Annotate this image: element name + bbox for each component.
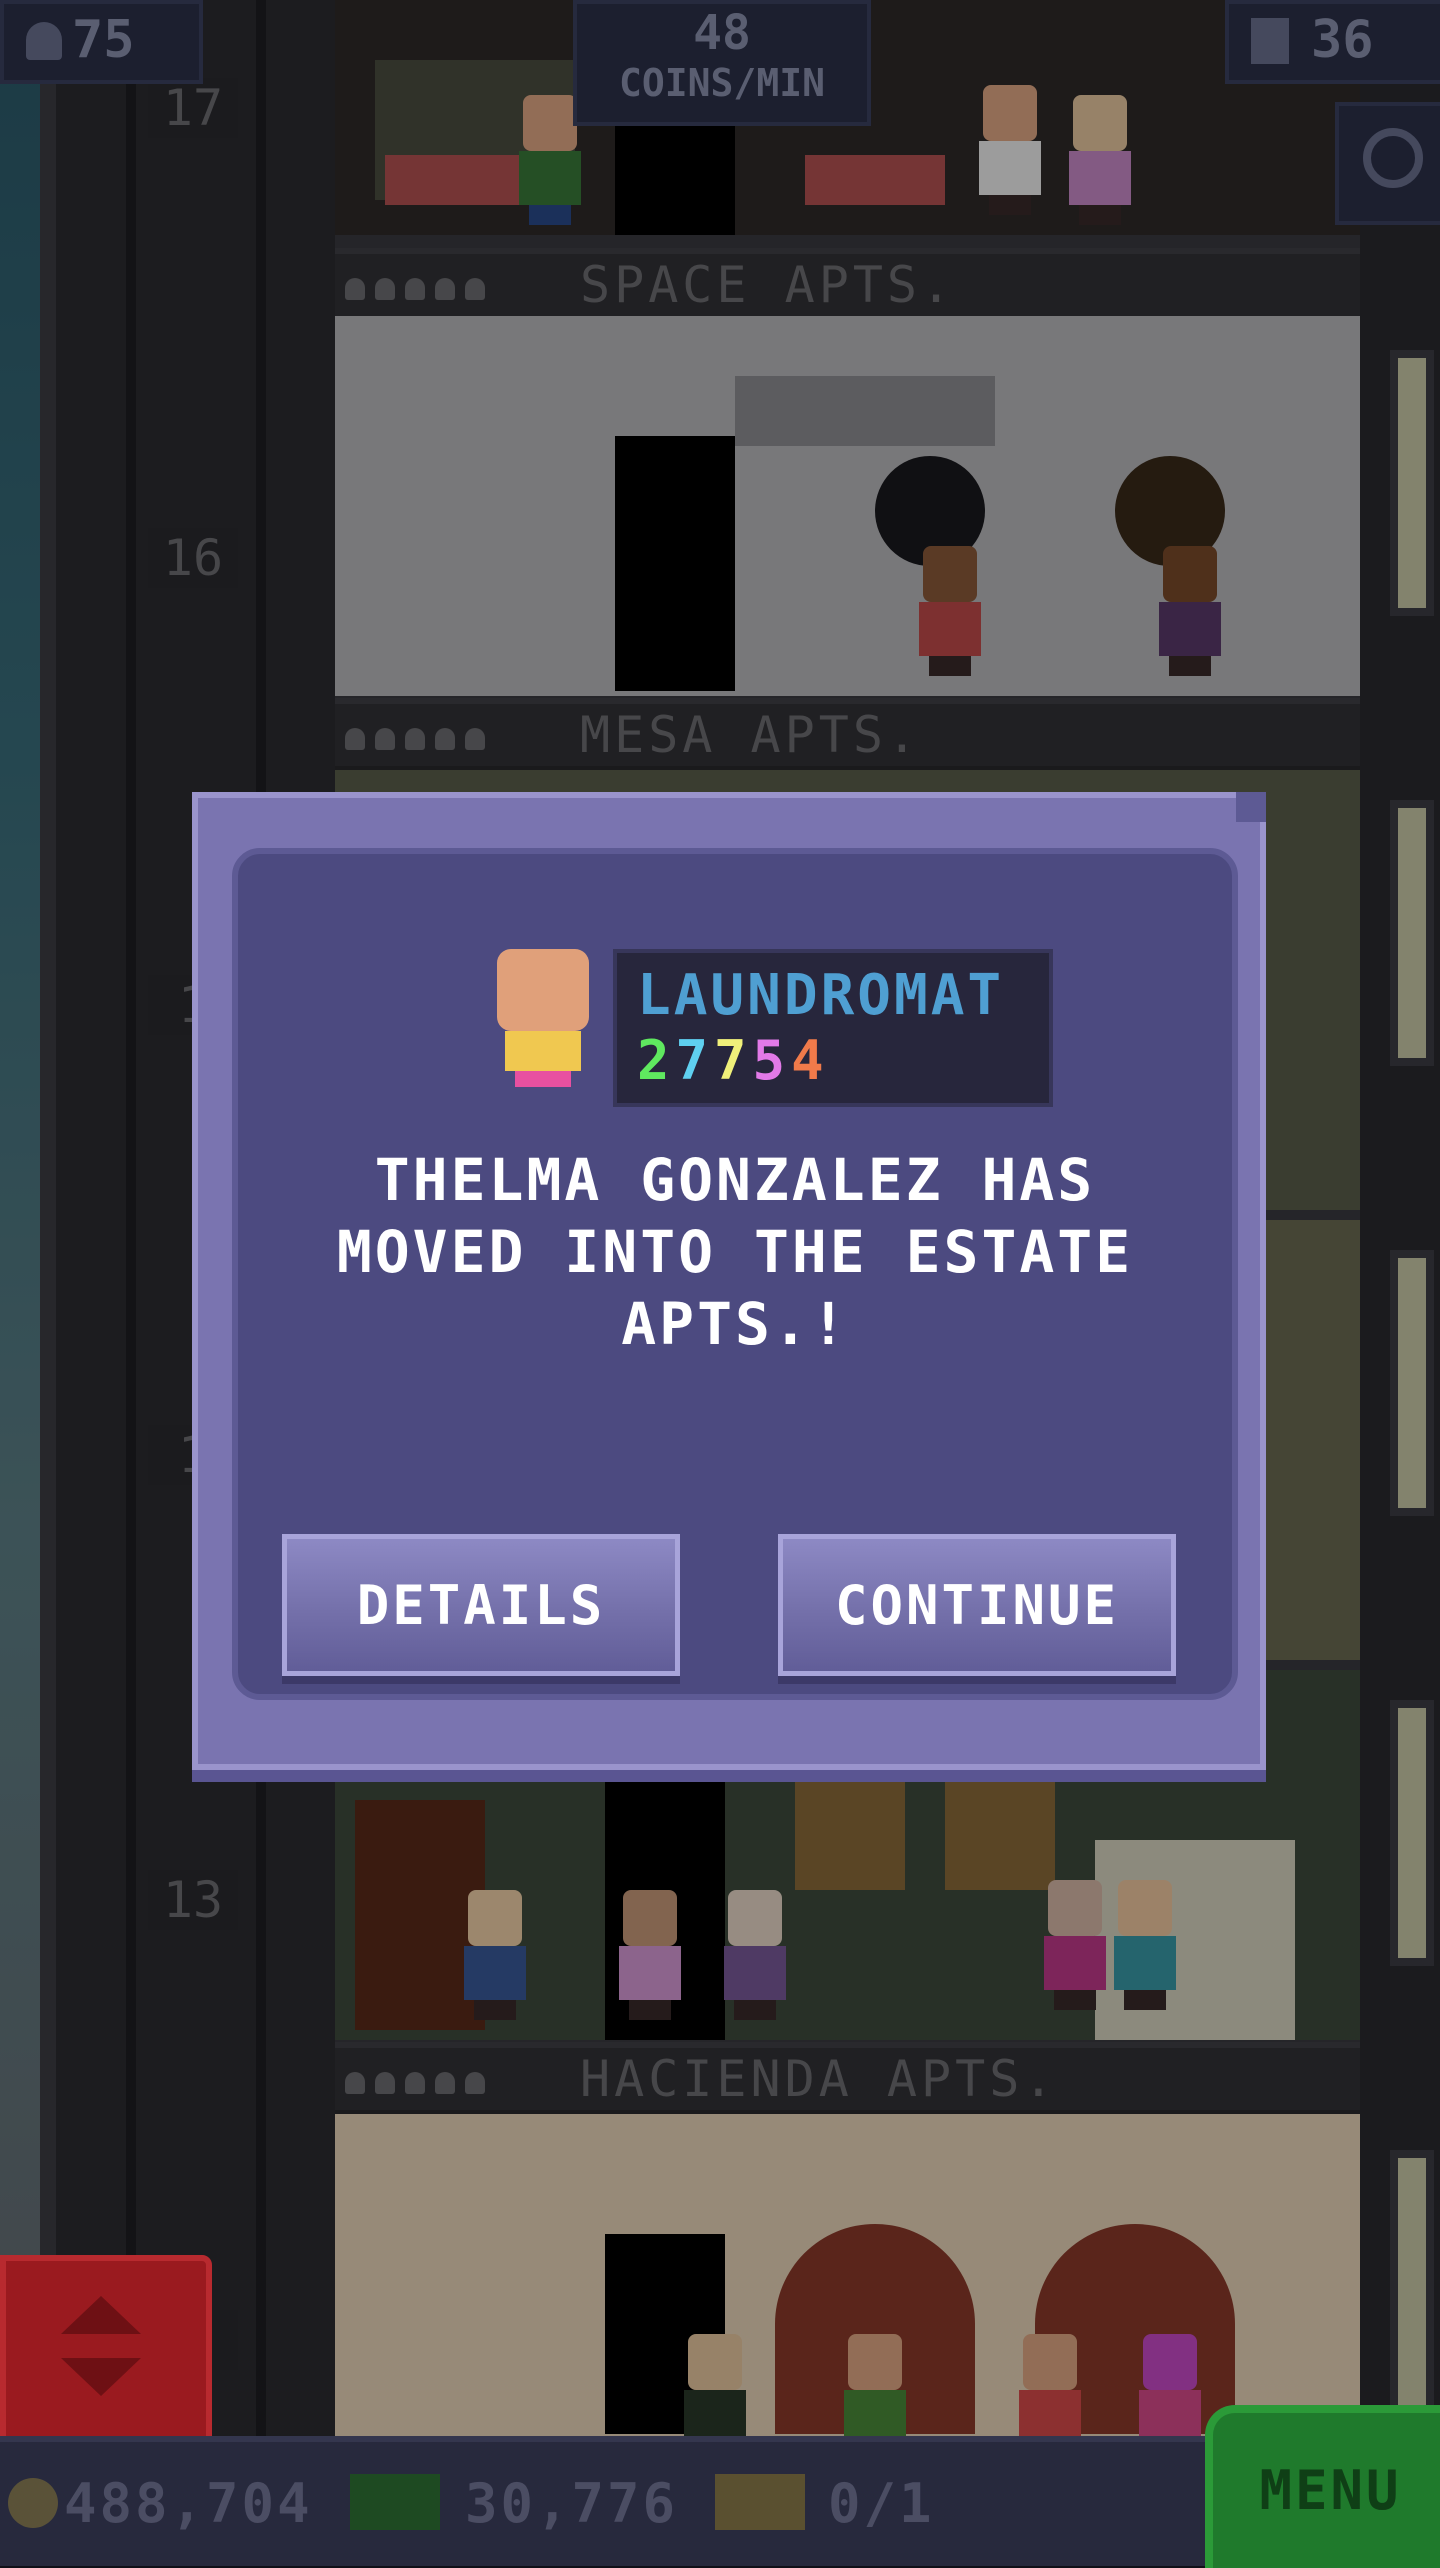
skill-rating: 5 xyxy=(752,1029,792,1092)
continue-button[interactable]: CONTINUE xyxy=(778,1534,1176,1676)
bux-amount: 30,776 xyxy=(465,2472,679,2535)
bux-icon xyxy=(350,2474,440,2530)
avatar-legs xyxy=(515,1071,571,1087)
ticket-icon xyxy=(715,2474,805,2530)
details-button[interactable]: DETAILS xyxy=(282,1534,680,1676)
up-down-arrows-icon xyxy=(61,2296,141,2396)
skill-rating: 7 xyxy=(675,1029,715,1092)
skill-rating: 7 xyxy=(714,1029,753,1092)
coin-icon xyxy=(8,2478,58,2528)
dialog-message: THELMA GONZALEZ HAS MOVED INTO THE ESTAT… xyxy=(336,1146,1134,1358)
skill-rating: 4 xyxy=(791,1029,830,1092)
menu-button[interactable]: MENU xyxy=(1205,2405,1440,2568)
move-in-dialog: LAUNDROMAT 27754 THELMA GONZALEZ HAS MOV… xyxy=(192,792,1266,1770)
skill-rating: 2 xyxy=(637,1029,676,1092)
dialog-corner xyxy=(1236,792,1266,822)
dialog-panel: LAUNDROMAT 27754 THELMA GONZALEZ HAS MOV… xyxy=(232,848,1238,1700)
coins-amount: 488,704 xyxy=(64,2472,313,2535)
avatar-body xyxy=(505,1031,581,1071)
job-card: LAUNDROMAT 27754 xyxy=(613,949,1053,1107)
skill-ratings: 27754 xyxy=(637,1029,830,1092)
elevator-button[interactable] xyxy=(0,2255,212,2447)
job-title: LAUNDROMAT xyxy=(637,963,1005,1028)
tickets-amount: 0/1 xyxy=(828,2472,935,2535)
avatar-head xyxy=(497,949,589,1031)
resident-avatar[interactable] xyxy=(493,949,593,1089)
